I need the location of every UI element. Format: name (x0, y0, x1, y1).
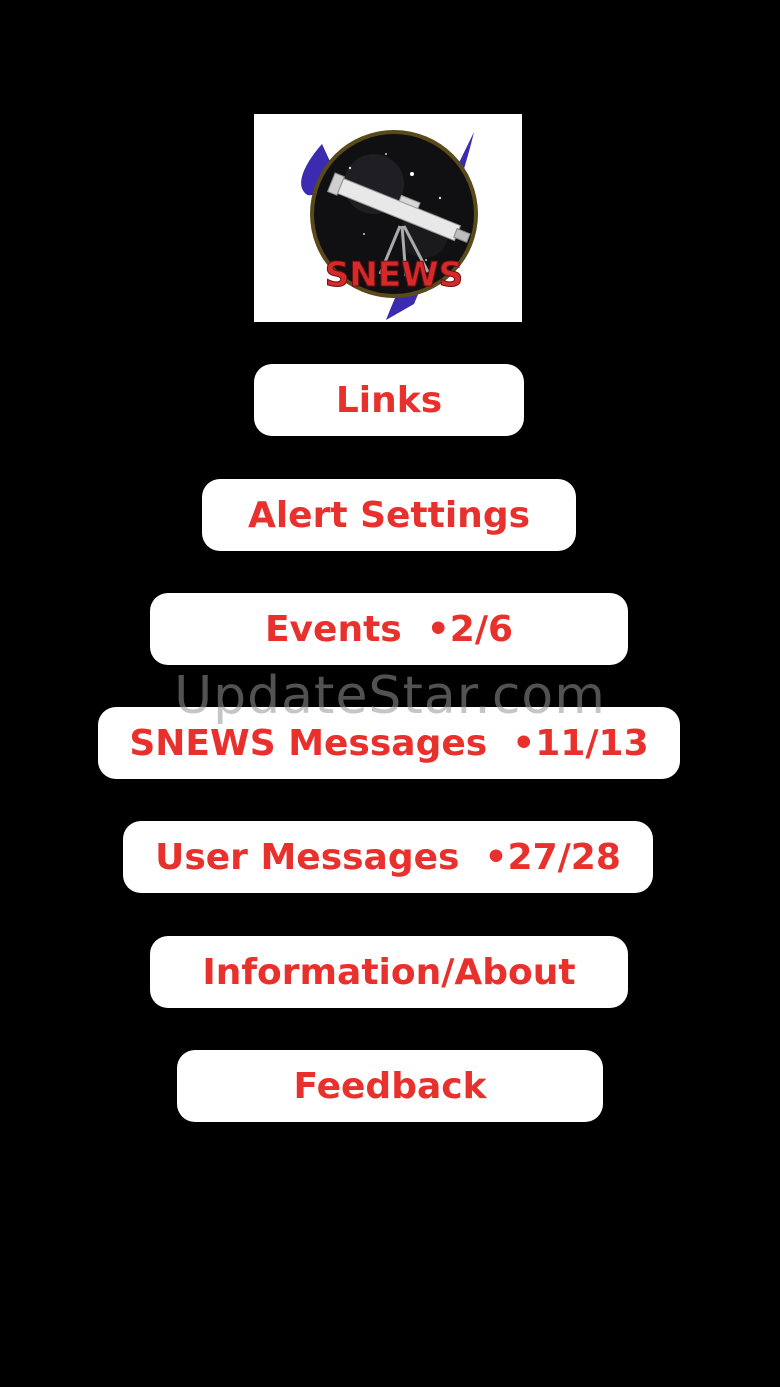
telescope-icon: SNEWS (301, 130, 478, 320)
logo-text: SNEWS (325, 255, 463, 295)
information-about-button[interactable]: Information/About (150, 936, 628, 1008)
snews-messages-button[interactable]: SNEWS Messages •11/13 (98, 707, 680, 779)
feedback-button[interactable]: Feedback (177, 1050, 603, 1122)
user-messages-button[interactable]: User Messages •27/28 (123, 821, 653, 893)
snews-logo: SNEWS (254, 114, 522, 322)
events-button[interactable]: Events •2/6 (150, 593, 628, 665)
links-button[interactable]: Links (254, 364, 524, 436)
alert-settings-button[interactable]: Alert Settings (202, 479, 576, 551)
